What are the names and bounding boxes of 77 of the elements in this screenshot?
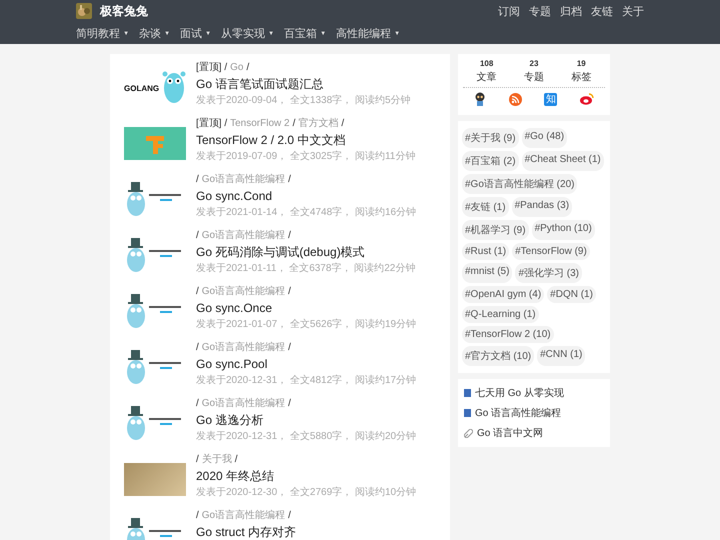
post-meta: 发表于2021-01-07， 全文5626字， 阅读约19分钟 xyxy=(196,319,416,331)
link-icon xyxy=(464,428,473,438)
category-separator: / xyxy=(196,286,199,298)
sidebar-link[interactable]: Go 语言高性能编程 xyxy=(475,406,562,420)
tag-chip[interactable]: #友链 (1) xyxy=(462,197,509,217)
tensorflow-logo-thumbnail[interactable] xyxy=(124,126,186,160)
category-separator: / xyxy=(196,398,199,410)
stat-link[interactable]: 108 文章 xyxy=(463,59,510,84)
post-meta: 发表于2020-09-04， 全文1338字， 阅读约5分钟 xyxy=(196,95,411,107)
category-separator: / xyxy=(288,286,291,298)
weibo-icon[interactable] xyxy=(580,93,594,105)
sidebar-link[interactable]: Go 语言中文网 xyxy=(477,426,544,440)
category-separator: / xyxy=(196,174,199,186)
category-separator: / xyxy=(196,510,199,522)
tag-chip[interactable]: #TensorFlow (9) xyxy=(512,243,590,260)
tag-chip[interactable]: #TensorFlow 2 (10) xyxy=(462,326,554,343)
tag-chip[interactable]: #官方文档 (10) xyxy=(462,346,534,366)
tag-chip[interactable]: #Go (48) xyxy=(522,128,568,148)
tag-chip[interactable]: #Q-Learning (1) xyxy=(462,306,539,323)
stat-link[interactable]: 19 标签 xyxy=(558,59,605,84)
tag-chip[interactable]: #机器学习 (9) xyxy=(462,220,529,240)
post-title[interactable]: Go struct 内存对齐 xyxy=(196,525,296,540)
gopher-logo-thumbnail[interactable]: GOLANG xyxy=(124,68,186,106)
category-separator: / xyxy=(288,230,291,242)
post-title[interactable]: Go sync.Pool xyxy=(196,357,416,372)
category-separator: / xyxy=(288,342,291,354)
tag-chip[interactable]: #CNN (1) xyxy=(537,346,586,366)
site-title[interactable]: 极客兔兔 xyxy=(100,2,148,20)
category-separator: / xyxy=(246,62,250,74)
post-meta: 发表于2021-01-14， 全文4748字， 阅读约16分钟 xyxy=(196,207,416,219)
post-meta: 发表于2020-12-31， 全文5880字， 阅读约20分钟 xyxy=(196,431,416,443)
tag-chip[interactable]: #百宝箱 (2) xyxy=(462,151,519,171)
post-meta: 发表于2019-07-09， 全文3025字， 阅读约11分钟 xyxy=(196,151,416,163)
post-title[interactable]: Go sync.Once xyxy=(196,301,416,316)
tag-chip[interactable]: #mnist (5) xyxy=(462,263,512,283)
post-meta: 发表于2020-12-31， 全文4812字， 阅读约17分钟 xyxy=(196,375,416,387)
category-separator: / xyxy=(288,510,291,522)
post-title[interactable]: Go 死码消除与调试(debug)模式 xyxy=(196,245,416,260)
nav-link[interactable]: 归档 xyxy=(560,4,582,18)
rss-icon[interactable] xyxy=(508,92,522,106)
zhihu-icon[interactable]: 知 xyxy=(544,92,558,106)
post-title[interactable]: Go 语言笔试面试题汇总 xyxy=(196,77,411,92)
category-separator: / xyxy=(196,342,199,354)
tag-chip[interactable]: #Pandas (3) xyxy=(512,197,572,217)
category-separator: / xyxy=(234,454,238,466)
tag-chip[interactable]: #Python (10) xyxy=(532,220,595,240)
nav-link[interactable]: 关于 xyxy=(622,4,644,18)
post-title[interactable]: Go 逃逸分析 xyxy=(196,413,416,428)
tag-chip[interactable]: #Cheat Sheet (1) xyxy=(522,151,604,171)
post-title[interactable]: Go sync.Cond xyxy=(196,189,416,204)
nav-link[interactable]: 友链 xyxy=(591,4,613,18)
tag-chip[interactable]: #关于我 (9) xyxy=(462,128,519,148)
category-separator: / xyxy=(288,398,291,410)
category-separator: / xyxy=(196,230,199,242)
category-separator: / xyxy=(292,118,296,130)
post-title[interactable]: 2020 年终总结 xyxy=(196,469,416,484)
post-title[interactable]: TensorFlow 2 / 2.0 中文文档 xyxy=(196,133,416,148)
category-separator: / xyxy=(196,454,199,466)
tag-chip[interactable]: #OpenAI gym (4) xyxy=(462,286,544,303)
square-icon xyxy=(464,409,471,417)
category-separator: [置顶] / xyxy=(196,62,228,74)
stat-link[interactable]: 23 专题 xyxy=(510,59,558,84)
tag-chip[interactable]: #强化学习 (3) xyxy=(515,263,582,283)
post-meta: 发表于2021-01-11， 全文6378字， 阅读约22分钟 xyxy=(196,263,416,275)
post-meta: 发表于2020-12-30， 全文2769字， 阅读约10分钟 xyxy=(196,487,416,499)
category-separator: / xyxy=(341,118,344,130)
octocat-icon[interactable] xyxy=(474,92,486,106)
nav-link[interactable]: 订阅 xyxy=(498,4,520,18)
logo-icon[interactable] xyxy=(76,3,92,19)
tag-chip[interactable]: #DQN (1) xyxy=(547,286,596,303)
category-separator: / xyxy=(288,174,291,186)
nav-link[interactable]: 专题 xyxy=(529,4,551,18)
tag-chip[interactable]: #Rust (1) xyxy=(462,243,510,260)
category-separator: [置顶] / xyxy=(196,118,228,130)
sidebar-link[interactable]: 七天用 Go 从零实现 xyxy=(475,386,564,400)
square-icon xyxy=(464,389,471,397)
tag-chip[interactable]: #Go语言高性能编程 (20) xyxy=(462,174,578,194)
